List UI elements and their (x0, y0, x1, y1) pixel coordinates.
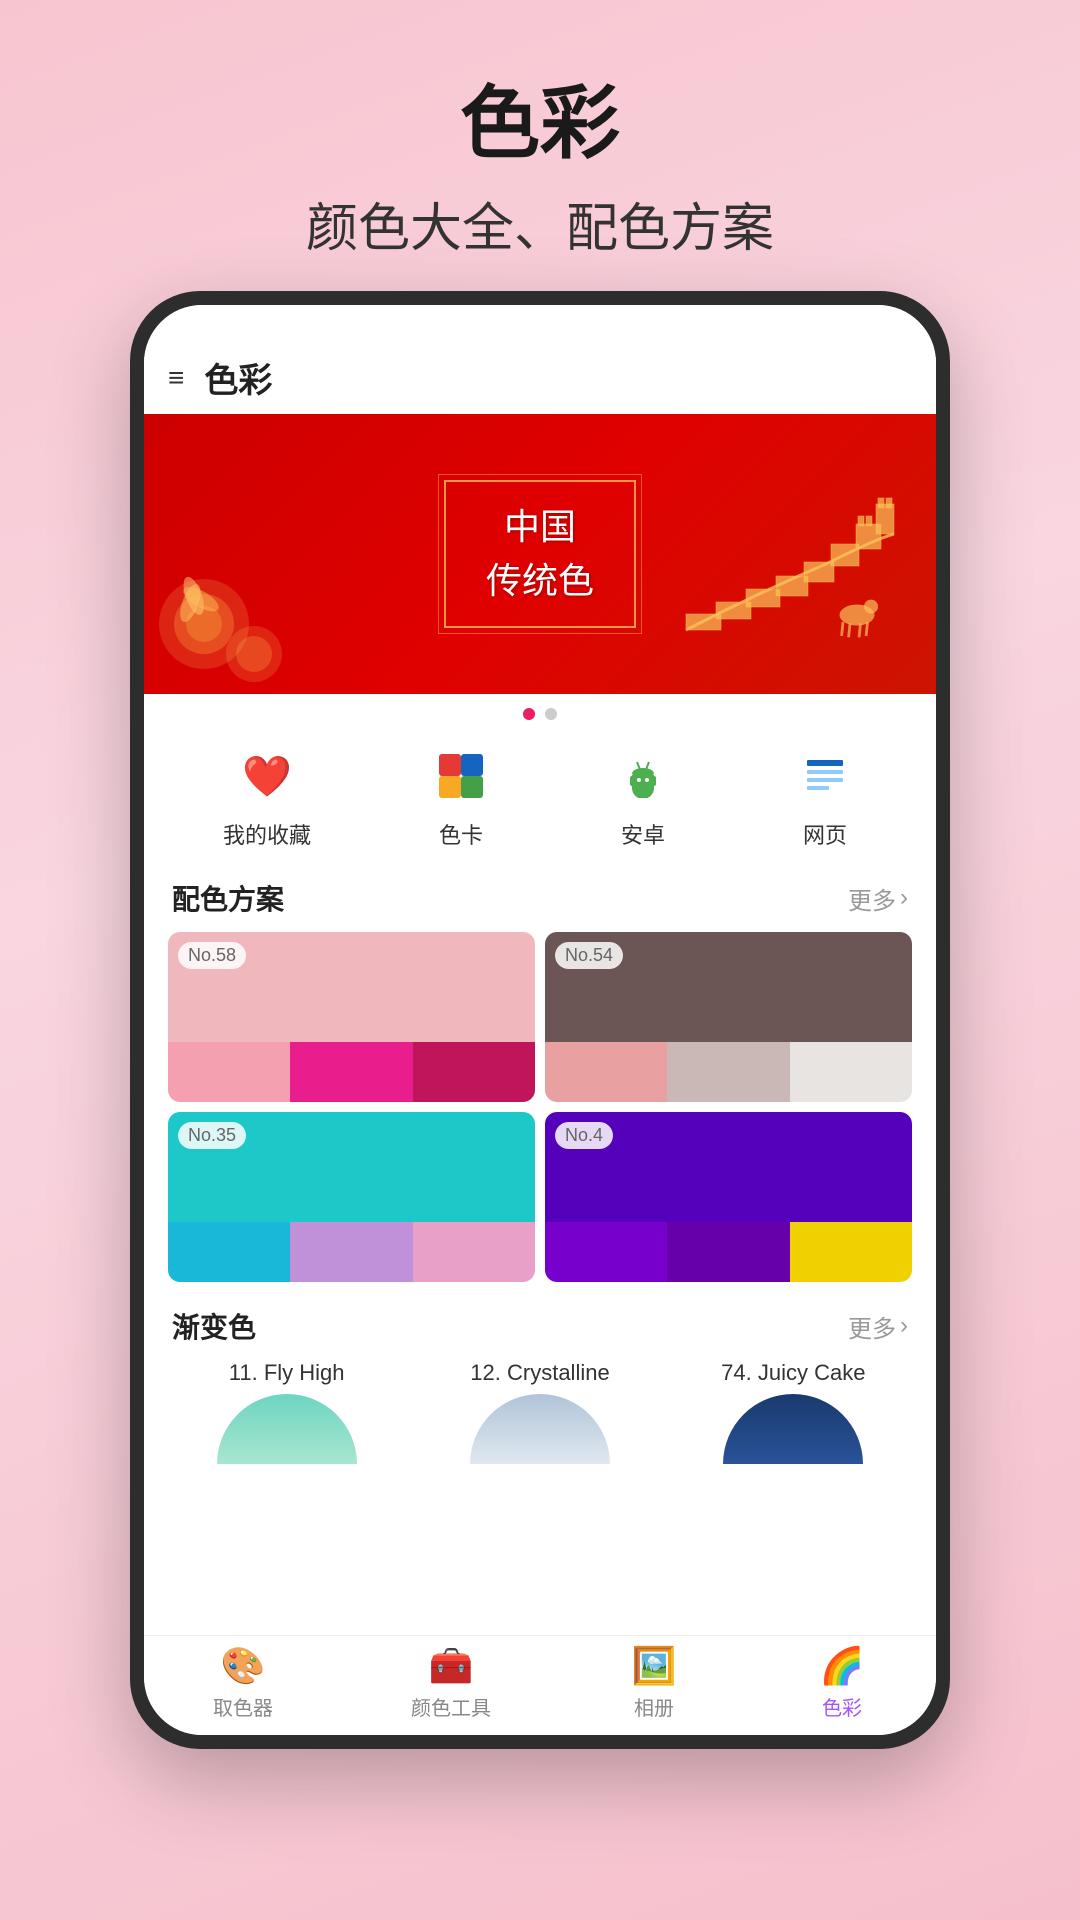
nav-item-favorites[interactable]: ❤️ 我的收藏 (223, 744, 311, 850)
banner-dots (144, 694, 936, 734)
dot-2[interactable] (545, 708, 557, 720)
android-icon (611, 744, 675, 808)
hamburger-icon[interactable]: ≡ (168, 362, 184, 394)
color-tools-icon: 🧰 (426, 1646, 476, 1686)
gradient-card-crystalline[interactable]: 12. Crystalline (421, 1360, 658, 1464)
heart-icon: ❤️ (235, 744, 299, 808)
great-wall-icon (676, 494, 936, 694)
badge-35: No.35 (178, 1122, 246, 1149)
scheme-card-35[interactable]: No.35 (168, 1112, 535, 1282)
color-schemes-grid: No.58 No.54 No.35 (144, 932, 936, 1282)
nav-item-web[interactable]: 网页 (793, 744, 857, 850)
web-icon (793, 744, 857, 808)
section-title-gradient: 渐变色 (172, 1306, 256, 1346)
dot-1[interactable] (523, 708, 535, 720)
nav-label-android: 安卓 (621, 818, 665, 850)
gradient-circle-juicy-cake (723, 1394, 863, 1464)
bottom-nav-album[interactable]: 🖼️ 相册 (629, 1646, 679, 1721)
nav-label-favorites: 我的收藏 (223, 818, 311, 850)
page-subtitle: 颜色大全、配色方案 (306, 186, 774, 261)
bottom-nav-color-tools[interactable]: 🧰 颜色工具 (411, 1646, 491, 1721)
more-schemes-button[interactable]: 更多 › (848, 881, 908, 916)
bottom-nav-label-album: 相册 (634, 1692, 674, 1721)
bottom-nav: 🎨 取色器 🧰 颜色工具 🖼️ 相册 🌈 色彩 (144, 1635, 936, 1735)
fireworks-left-icon (144, 494, 344, 694)
scheme-card-58[interactable]: No.58 (168, 932, 535, 1102)
section-header-schemes: 配色方案 更多 › (144, 870, 936, 932)
phone-screen: ≡ 色彩 中国 传统色 (144, 305, 936, 1735)
banner: 中国 传统色 (144, 414, 936, 694)
nav-label-web: 网页 (803, 818, 847, 850)
banner-line2: 传统色 (486, 554, 594, 608)
bottom-nav-label-tools: 颜色工具 (411, 1692, 491, 1721)
banner-line1: 中国 (486, 500, 594, 554)
color-main-icon: 🌈 (817, 1646, 867, 1686)
page-header: 色彩 颜色大全、配色方案 (306, 0, 774, 261)
gradient-title-crystalline: 12. Crystalline (470, 1360, 609, 1386)
chevron-right-icon: › (900, 884, 908, 912)
gradient-title-fly-high: 11. Fly High (229, 1360, 345, 1386)
gradient-items: 11. Fly High 12. Crystalline 74. Juicy C… (144, 1360, 936, 1464)
banner-text-box: 中国 传统色 (444, 480, 636, 628)
color-card-icon (429, 744, 493, 808)
phone-wrapper: ≡ 色彩 中国 传统色 (130, 291, 950, 1749)
gradient-circle-fly-high (217, 1394, 357, 1464)
badge-58: No.58 (178, 942, 246, 969)
bottom-nav-color[interactable]: 🌈 色彩 (817, 1646, 867, 1721)
color-picker-icon: 🎨 (218, 1646, 268, 1686)
page-title: 色彩 (306, 80, 774, 168)
more-gradient-button[interactable]: 更多 › (848, 1309, 908, 1344)
badge-4: No.4 (555, 1122, 613, 1149)
bottom-nav-color-picker[interactable]: 🎨 取色器 (213, 1646, 273, 1721)
gradient-title-juicy-cake: 74. Juicy Cake (721, 1360, 865, 1386)
gradient-circle-crystalline (470, 1394, 610, 1464)
nav-label-color-card: 色卡 (439, 818, 483, 850)
nav-item-color-card[interactable]: 色卡 (429, 744, 493, 850)
status-bar (144, 305, 936, 341)
scheme-card-4[interactable]: No.4 (545, 1112, 912, 1282)
nav-item-android[interactable]: 安卓 (611, 744, 675, 850)
quick-nav: ❤️ 我的收藏 色卡 (144, 734, 936, 870)
bottom-nav-label-picker: 取色器 (213, 1692, 273, 1721)
gradient-card-juicy-cake[interactable]: 74. Juicy Cake (675, 1360, 912, 1464)
gradient-card-fly-high[interactable]: 11. Fly High (168, 1360, 405, 1464)
section-title-schemes: 配色方案 (172, 878, 284, 918)
chevron-right-icon2: › (900, 1312, 908, 1340)
gradient-section: 渐变色 更多 › 11. Fly High 12. Crystalline (144, 1298, 936, 1464)
badge-54: No.54 (555, 942, 623, 969)
bottom-nav-label-color: 色彩 (822, 1692, 862, 1721)
scheme-card-54[interactable]: No.54 (545, 932, 912, 1102)
app-header: ≡ 色彩 (144, 341, 936, 414)
section-header-gradient: 渐变色 更多 › (144, 1298, 936, 1360)
album-icon: 🖼️ (629, 1646, 679, 1686)
app-header-title: 色彩 (204, 353, 272, 402)
